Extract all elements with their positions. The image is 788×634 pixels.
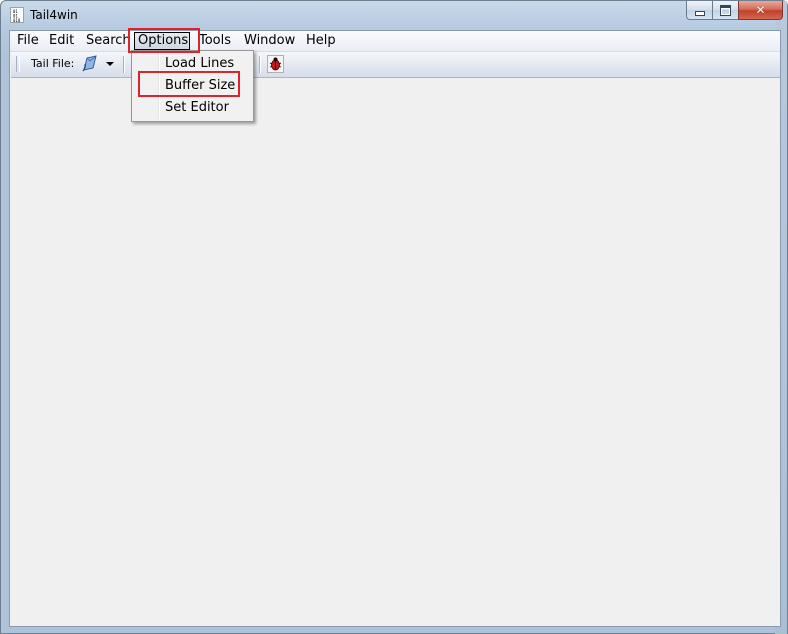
menu-options[interactable]: Options bbox=[134, 32, 190, 50]
menu-edit[interactable]: Edit bbox=[47, 32, 76, 50]
menu-window[interactable]: Window bbox=[242, 32, 297, 50]
client-area: File Edit Search Options Tools Window He… bbox=[9, 30, 781, 627]
toolbar-separator bbox=[123, 56, 125, 73]
svg-text:010: 010 bbox=[13, 18, 21, 23]
tail-file-label: Tail File: bbox=[31, 57, 75, 70]
close-button[interactable]: ✕ bbox=[738, 1, 783, 20]
toolbar-separator bbox=[259, 56, 261, 73]
minimize-button[interactable] bbox=[686, 1, 712, 20]
dropdown-arrow-icon[interactable] bbox=[106, 62, 114, 66]
menu-help[interactable]: Help bbox=[304, 32, 338, 50]
menu-item-load-lines[interactable]: Load Lines bbox=[134, 54, 251, 75]
menu-bar: File Edit Search Options Tools Window He… bbox=[10, 31, 780, 52]
menu-tools[interactable]: Tools bbox=[197, 32, 233, 50]
options-dropdown-menu: Load Lines Buffer Size Set Editor bbox=[131, 50, 254, 122]
maximize-button[interactable] bbox=[712, 1, 738, 20]
menu-item-buffer-size[interactable]: Buffer Size bbox=[134, 76, 251, 97]
close-icon: ✕ bbox=[755, 3, 766, 17]
bug-icon[interactable] bbox=[267, 55, 284, 73]
minimize-icon bbox=[694, 10, 705, 16]
window-title: Tail4win bbox=[30, 8, 78, 22]
caption-buttons: ✕ bbox=[686, 1, 783, 21]
menu-search[interactable]: Search bbox=[84, 32, 133, 50]
title-bar[interactable]: 01 01 010 Tail4win ✕ bbox=[1, 1, 788, 29]
maximize-icon bbox=[720, 4, 731, 16]
file-open-icon[interactable] bbox=[81, 55, 99, 73]
app-icon: 01 01 010 bbox=[10, 7, 24, 23]
toolbar-grip-icon[interactable] bbox=[16, 56, 20, 72]
menu-item-set-editor[interactable]: Set Editor bbox=[134, 98, 251, 119]
binary-icon: 01 01 010 bbox=[13, 9, 21, 23]
window-frame: 01 01 010 Tail4win ✕ File Edit Search Op… bbox=[0, 0, 788, 634]
toolbar: Tail File: bbox=[11, 52, 780, 78]
tail-content-area[interactable] bbox=[11, 78, 780, 626]
menu-file[interactable]: File bbox=[15, 32, 41, 50]
